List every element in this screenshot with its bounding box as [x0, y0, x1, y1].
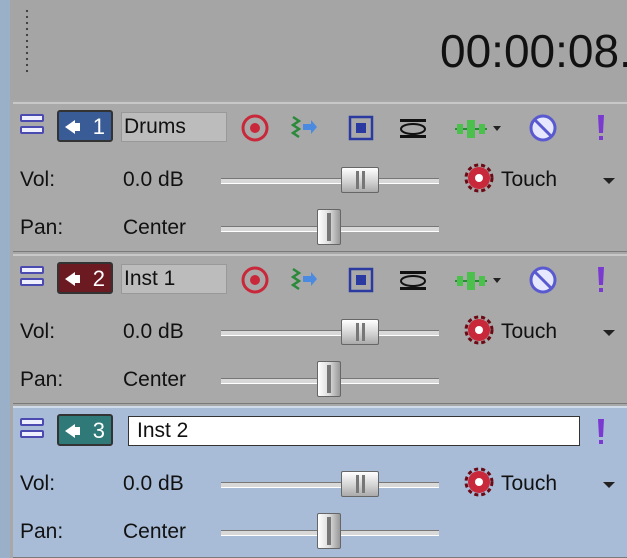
volume-value: 0.0 dB [123, 168, 184, 191]
compositing-icon[interactable] [397, 264, 429, 296]
expand-collapse-icon[interactable] [18, 110, 46, 140]
track-name-field[interactable]: Drums [121, 112, 227, 142]
pan-row: Pan: Center [13, 508, 627, 554]
track-controls-row: 2 Inst 1 [13, 256, 627, 302]
automation-dropdown-icon[interactable] [603, 482, 615, 488]
track-fx-icon[interactable] [287, 112, 319, 144]
record-arm-icon[interactable] [239, 264, 271, 296]
track-number: 3 [92, 418, 105, 443]
volume-row: Vol: 0.0 dB Touch [13, 156, 627, 202]
pan-value: Center [123, 368, 187, 391]
track-motion-icon[interactable] [345, 264, 377, 296]
pan-label: Pan: [20, 520, 64, 543]
pan-row: Pan: Center [13, 204, 627, 250]
track-number-button[interactable]: 1 [57, 110, 113, 142]
track-number: 2 [92, 266, 105, 291]
pan-row: Pan: Center [13, 356, 627, 402]
track-number-button[interactable]: 3 [57, 414, 113, 446]
automation-mode-label[interactable]: Touch [501, 472, 557, 496]
solo-icon[interactable] [591, 264, 611, 296]
volume-label: Vol: [20, 320, 56, 343]
track-header-1[interactable]: 1 Drums Vol: 0.0 dB Touch Pan: Center [13, 102, 627, 252]
automation-gear-icon[interactable] [463, 466, 495, 498]
volume-slider-track[interactable] [221, 330, 439, 336]
envelope-icon[interactable] [453, 112, 505, 144]
pan-value: Center [123, 216, 187, 239]
automation-gear-icon[interactable] [463, 314, 495, 346]
mute-icon[interactable] [527, 264, 559, 296]
automation-mode-label[interactable]: Touch [501, 320, 557, 344]
speaker-icon [65, 272, 80, 286]
volume-value: 0.0 dB [123, 320, 184, 343]
speaker-icon [65, 120, 80, 134]
pan-slider-thumb[interactable] [317, 209, 341, 245]
solo-icon[interactable] [591, 112, 611, 144]
track-controls-row: 3 Inst 2 [13, 408, 627, 454]
volume-row: Vol: 0.0 dB Touch [13, 460, 627, 506]
volume-slider-track[interactable] [221, 482, 439, 488]
track-name-field[interactable]: Inst 1 [121, 264, 227, 294]
expand-collapse-icon[interactable] [18, 414, 46, 444]
track-header-2[interactable]: 2 Inst 1 Vol: 0.0 dB Touch Pan: Center [13, 254, 627, 404]
volume-slider-thumb[interactable] [341, 471, 379, 497]
left-edge [0, 0, 10, 558]
pan-value: Center [123, 520, 187, 543]
volume-label: Vol: [20, 472, 56, 495]
track-number-button[interactable]: 2 [57, 262, 113, 294]
automation-gear-icon[interactable] [463, 162, 495, 194]
volume-value: 0.0 dB [123, 472, 184, 495]
panel-grip[interactable] [24, 8, 30, 76]
track-name-input[interactable]: Inst 2 [128, 416, 580, 446]
envelope-icon[interactable] [453, 264, 505, 296]
automation-mode-label[interactable]: Touch [501, 168, 557, 192]
speaker-icon [65, 424, 80, 438]
pan-label: Pan: [20, 368, 64, 391]
track-number: 1 [92, 114, 105, 139]
track-header-3[interactable]: 3 Inst 2 Vol: 0.0 dB Touch Pan: Center [13, 406, 627, 558]
record-arm-icon[interactable] [239, 112, 271, 144]
volume-label: Vol: [20, 168, 56, 191]
expand-collapse-icon[interactable] [18, 262, 46, 292]
mute-icon[interactable] [527, 112, 559, 144]
volume-slider-thumb[interactable] [341, 319, 379, 345]
time-display: 00:00:08. [440, 25, 627, 77]
compositing-icon[interactable] [397, 112, 429, 144]
pan-slider-thumb[interactable] [317, 513, 341, 549]
volume-slider-thumb[interactable] [341, 167, 379, 193]
solo-icon[interactable] [591, 416, 611, 448]
automation-dropdown-icon[interactable] [603, 330, 615, 336]
pan-label: Pan: [20, 216, 64, 239]
automation-dropdown-icon[interactable] [603, 178, 615, 184]
track-fx-icon[interactable] [287, 264, 319, 296]
volume-slider-track[interactable] [221, 178, 439, 184]
track-motion-icon[interactable] [345, 112, 377, 144]
pan-slider-thumb[interactable] [317, 361, 341, 397]
track-controls-row: 1 Drums [13, 104, 627, 150]
volume-row: Vol: 0.0 dB Touch [13, 308, 627, 354]
